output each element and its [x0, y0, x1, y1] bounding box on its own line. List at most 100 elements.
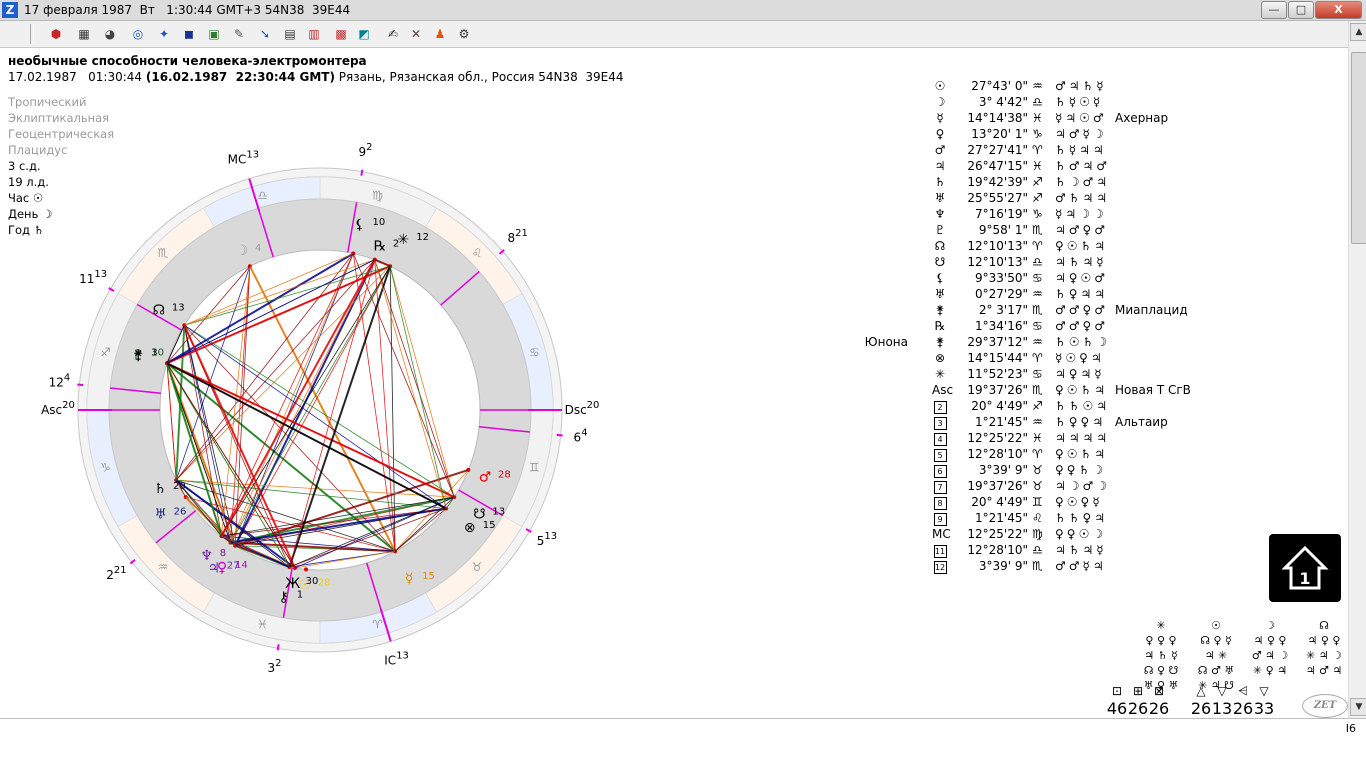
- point-longitude: 20° 4'49": [971, 495, 1028, 509]
- point-rulers: ☿♃☽☽: [1055, 207, 1107, 221]
- minimize-button[interactable]: —: [1261, 1, 1287, 19]
- point-rulers: ♃♃♃♃: [1055, 431, 1111, 445]
- point-longitude: 12°28'10": [967, 447, 1028, 461]
- star-map-icon[interactable]: ✦: [155, 25, 173, 43]
- scroll-thumb[interactable]: [1351, 52, 1366, 244]
- zodiac-sign-glyph: ♑: [100, 460, 111, 474]
- ruler-column: ☽ ♃ ♀ ♀ ♂ ♃ ☽ ✳ ♀ ♃: [1250, 618, 1290, 678]
- point-longitude: 11°52'23": [967, 367, 1028, 381]
- point-rulers: ♂♃♄☿: [1055, 79, 1107, 93]
- point-longitude: 12°25'22": [967, 527, 1028, 541]
- vertical-scrollbar[interactable]: ▲ ▼: [1348, 21, 1366, 718]
- print-icon[interactable]: ▤: [281, 25, 299, 43]
- point-longitude: 27°43' 0": [971, 79, 1028, 93]
- compass-icon[interactable]: ➘: [256, 25, 274, 43]
- scroll-down-button[interactable]: ▼: [1350, 698, 1366, 716]
- planet-glyph: ♂: [479, 470, 492, 486]
- stop-icon[interactable]: ⬢: [47, 25, 65, 43]
- notes-icon[interactable]: ✍: [384, 25, 402, 43]
- point-rulers: ♄☽♂♃: [1055, 175, 1111, 189]
- point-symbol: ♀: [935, 127, 945, 141]
- person-icon[interactable]: ♟: [431, 25, 449, 43]
- landscape-icon[interactable]: ▣: [205, 25, 223, 43]
- planet-glyph: ☿: [405, 571, 414, 587]
- point-symbol: ☿: [936, 111, 944, 125]
- ruler-row: ♃ ♄ ☿: [1144, 649, 1178, 662]
- app-icon[interactable]: Z: [2, 2, 18, 18]
- tools-icon[interactable]: ✕: [407, 25, 425, 43]
- position-row: MC 12°25'22" ♍ ♀♀☉☽: [880, 526, 1200, 542]
- color-table-icon[interactable]: ▥: [305, 25, 323, 43]
- home-button[interactable]: 1: [1269, 534, 1341, 602]
- planet-glyph: ♆: [200, 548, 213, 564]
- restore-button[interactable]: □: [1288, 1, 1314, 19]
- point-longitude: 1°34'16": [975, 319, 1028, 333]
- planet-degree: 15: [422, 571, 435, 582]
- edit-icon[interactable]: ✎: [230, 25, 248, 43]
- point-sign: ♍: [1032, 527, 1043, 541]
- position-row: ☿ 14°14'38" ♓ ☿♃☉♂ Ахернар: [880, 110, 1200, 126]
- point-longitude: 2° 3'17": [978, 303, 1028, 317]
- position-row: 9 1°21'45" ♌ ♄♄♀♃: [880, 510, 1200, 526]
- scroll-up-button[interactable]: ▲: [1350, 23, 1366, 41]
- aspect-count: 26: [1232, 699, 1254, 718]
- point-sign: ♋: [1032, 367, 1043, 381]
- planet-degree: 26: [174, 506, 187, 517]
- point-name: Юнона: [864, 335, 908, 349]
- point-longitude: 25°55'27": [967, 191, 1028, 205]
- ruler-column: ✳ ♀ ♀ ♀ ♃ ♄ ☿ ☊ ♀ ☋ ♅ ♀ ♅: [1141, 618, 1181, 693]
- point-rulers: ♄☿♃♃: [1055, 143, 1107, 157]
- point-sign: ♏: [1032, 303, 1043, 317]
- point-symbol: 9: [932, 510, 948, 526]
- point-rulers: ♂♂♀♂: [1055, 319, 1109, 333]
- zodiac-sign-glyph: ♐: [100, 346, 111, 360]
- aspect-stat: ▽ 33: [1252, 684, 1276, 718]
- zodiac-sign-glyph: ♎: [257, 189, 268, 203]
- fixed-star: Новая Т СгВ: [1115, 383, 1191, 397]
- position-row: ♇ 9°58' 1" ♏ ♃♂♀♂: [880, 222, 1200, 238]
- position-row: Юнона ⚵ 29°37'12" ♒ ♄☉♄☽: [865, 334, 1200, 350]
- map-icon[interactable]: ◩: [355, 25, 373, 43]
- ruler-head: ☽: [1265, 619, 1275, 632]
- planet-glyph: ☽: [236, 243, 249, 259]
- settings-icon[interactable]: ⚙: [455, 25, 473, 43]
- aspect-count: 26: [1190, 699, 1212, 718]
- toolbar: ⬢ ▦ ◕ ◎ ✦ ◼ ▣ ✎ ➘ ▤ ▥ ▩ ◩ ✍ ✕ ♟ ⚙: [0, 21, 1366, 48]
- point-longitude: 12°25'22": [967, 431, 1028, 445]
- point-sign: ♊: [1032, 495, 1043, 509]
- position-row: ✳ 11°52'23" ♋ ♃♀♃☿: [880, 366, 1200, 382]
- close-button[interactable]: X: [1315, 1, 1362, 19]
- circle-chart-icon[interactable]: ◎: [129, 25, 147, 43]
- wheel-icon[interactable]: ◕: [101, 25, 119, 43]
- planet-glyph: ⚷: [279, 590, 289, 606]
- point-sign: ♈: [1032, 239, 1043, 253]
- point-sign: ♐: [1032, 191, 1043, 205]
- aspect-glyph: ▽: [1259, 684, 1269, 698]
- toolbar-separator: [30, 24, 34, 44]
- position-row: 12 3°39' 9" ♏ ♂♂☿♃: [880, 558, 1200, 574]
- point-rulers: ☿☉♀♃: [1055, 351, 1105, 365]
- earth-icon[interactable]: ◼: [180, 25, 198, 43]
- point-longitude: 12°10'13": [967, 239, 1028, 253]
- ruler-row: ☊ ♀ ☋: [1143, 664, 1179, 677]
- point-rulers: ♂♄♃♃: [1055, 191, 1111, 205]
- planet-degree: 13: [172, 302, 185, 313]
- grid-table-icon[interactable]: ▦: [75, 25, 93, 43]
- calendar-icon[interactable]: ▩: [332, 25, 350, 43]
- point-sign: ♎: [1032, 255, 1043, 269]
- zodiac-sign-glyph: ♏: [158, 246, 169, 260]
- point-symbol: ♅: [934, 287, 946, 301]
- point-symbol: 11: [933, 545, 947, 558]
- point-symbol: ⚸: [935, 271, 945, 285]
- point-longitude: 1°21'45": [975, 511, 1028, 525]
- natal-wheel[interactable]: ♑♐♏♎ ♍♌♋♊♉♈♓♒Asc2022132 IC1351364Dsc208219…: [0, 48, 880, 718]
- point-symbol: 8: [932, 494, 948, 510]
- position-row: ☽ 3° 4'42" ♎ ♄☿☉☿: [880, 94, 1200, 110]
- ruler-row: ♃ ♀ ♀: [1253, 634, 1287, 647]
- point-sign: ♐: [1032, 175, 1043, 189]
- zodiac-sign-glyph: ♓: [257, 617, 268, 631]
- point-symbol: 4: [932, 430, 948, 446]
- bottom-pane: I6: [0, 718, 1366, 769]
- point-sign: ♈: [1032, 143, 1043, 157]
- point-rulers: ♄♂♃♂: [1055, 159, 1111, 173]
